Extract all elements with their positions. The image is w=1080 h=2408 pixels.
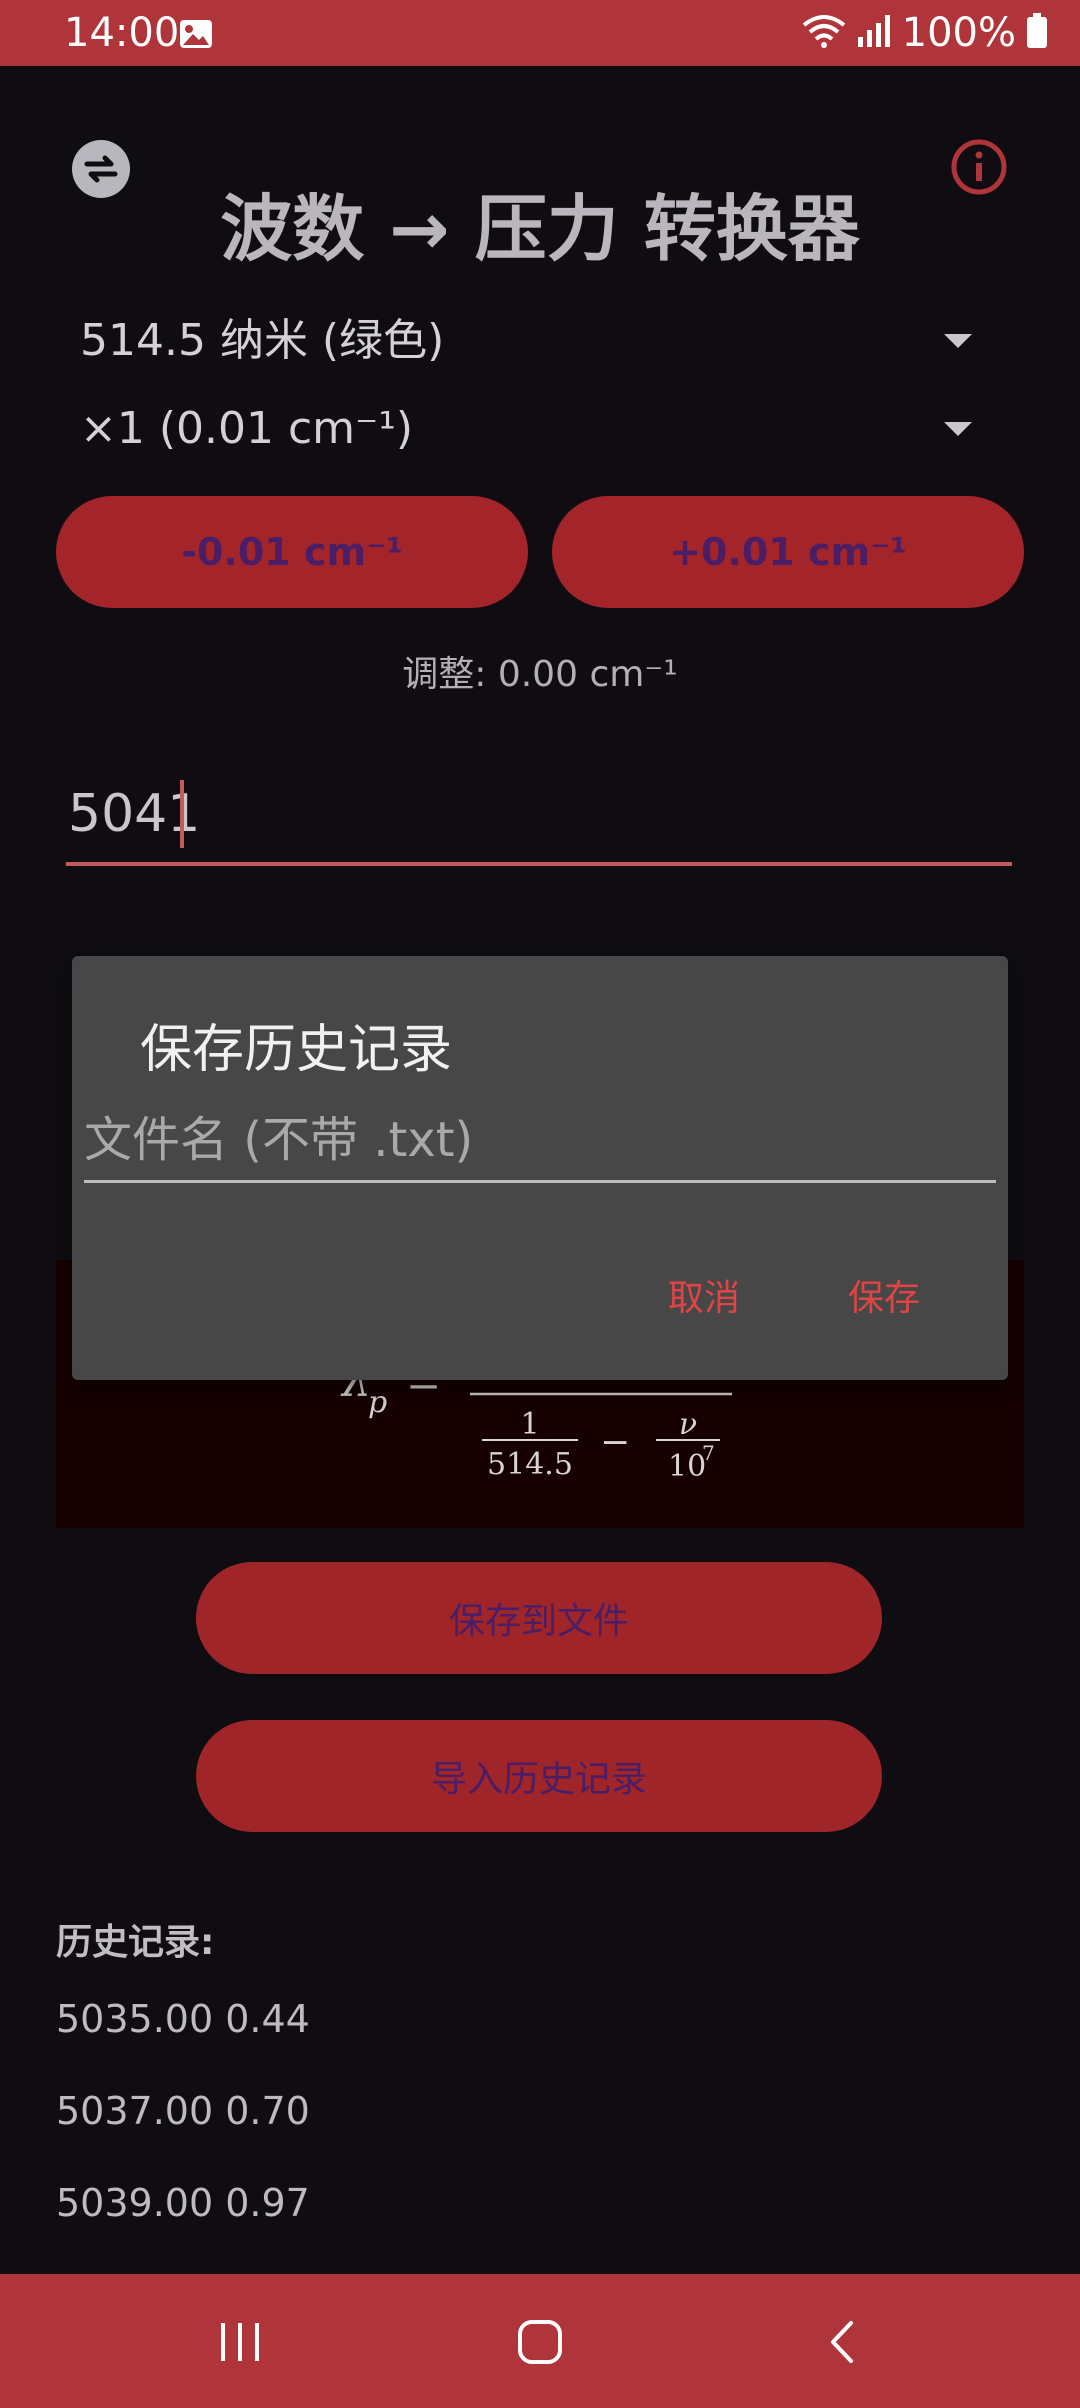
page-title: 波数 → 压力 转换器 (220, 187, 860, 271)
decrease-button[interactable]: -0.01 cm⁻¹ (56, 496, 528, 608)
formula-num1: 1 (520, 1407, 539, 1442)
wavenumber-input[interactable]: 5041 (66, 772, 1012, 866)
status-time: 14:00 (64, 10, 180, 56)
history-item[interactable]: 5037.00 0.70 (56, 2088, 310, 2134)
step-dropdown-value: ×1 (0.01 cm⁻¹) (80, 403, 414, 454)
chevron-down-icon (944, 422, 972, 436)
adjust-status: 调整: 0.00 cm⁻¹ (402, 654, 678, 695)
text-cursor (180, 780, 184, 848)
formula-lhs-sub: p (368, 1385, 387, 1420)
dialog-title: 保存历史记录 (140, 1020, 453, 1080)
formula-den1: 514.5 (487, 1447, 573, 1482)
screen: 14:00 100% 波数 → 压力 转换器 514.5 纳米 (绿色) ×1 … (0, 0, 1080, 2408)
history-item[interactable]: 5035.00 0.44 (56, 1996, 310, 2042)
battery-icon (1026, 13, 1048, 53)
home-icon[interactable] (500, 2302, 580, 2382)
save-button[interactable]: 保存 (848, 1276, 920, 1322)
status-bar: 14:00 100% (0, 0, 1080, 66)
increase-button[interactable]: +0.01 cm⁻¹ (552, 496, 1024, 608)
status-right: 100% (802, 10, 1048, 56)
gallery-icon (178, 16, 214, 52)
formula-den2-exp: 7 (702, 1441, 715, 1465)
save-history-dialog: 保存历史记录 文件名 (不带 .txt) 取消 保存 (72, 956, 1008, 1380)
formula-den2-base: 10 (668, 1449, 706, 1484)
wifi-icon (802, 13, 846, 53)
save-to-file-button[interactable]: 保存到文件 (196, 1562, 882, 1674)
step-dropdown[interactable]: ×1 (0.01 cm⁻¹) (80, 394, 1000, 464)
formula-minus: − (600, 1422, 630, 1463)
filename-placeholder: 文件名 (不带 .txt) (84, 1112, 474, 1168)
history-item[interactable]: 5039.00 0.97 (56, 2180, 310, 2226)
cancel-button[interactable]: 取消 (668, 1276, 740, 1322)
chevron-down-icon (944, 334, 972, 348)
recent-apps-icon[interactable] (200, 2302, 280, 2382)
import-history-button[interactable]: 导入历史记录 (196, 1720, 882, 1832)
navigation-bar (0, 2274, 1080, 2408)
formula-num2: ν (679, 1407, 697, 1442)
history-title: 历史记录: (56, 1922, 215, 1963)
laser-dropdown-value: 514.5 纳米 (绿色) (80, 315, 445, 366)
battery-percentage: 100% (901, 10, 1016, 56)
filename-input[interactable]: 文件名 (不带 .txt) (84, 1104, 996, 1183)
signal-icon (856, 13, 892, 53)
back-icon[interactable] (804, 2302, 884, 2382)
laser-dropdown[interactable]: 514.5 纳米 (绿色) (80, 306, 1000, 376)
